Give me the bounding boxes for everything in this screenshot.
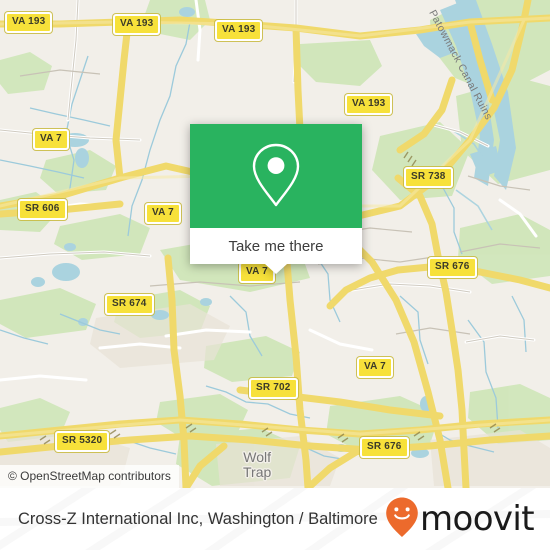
map-place-label-wolf-trap: Wolf Trap bbox=[243, 449, 272, 480]
map-attribution[interactable]: © OpenStreetMap contributors bbox=[0, 465, 179, 488]
road-shield[interactable]: SR 606 bbox=[18, 199, 67, 220]
road-shield[interactable]: VA 193 bbox=[113, 14, 161, 35]
footer-bar: Cross-Z International Inc, Washington / … bbox=[0, 488, 550, 550]
callout-tail-pointer bbox=[265, 264, 287, 274]
moovit-brand[interactable]: moovit bbox=[385, 496, 535, 543]
road-shield[interactable]: VA 193 bbox=[5, 12, 53, 33]
road-shield[interactable]: SR 738 bbox=[404, 167, 453, 188]
map-canvas[interactable]: Patowmack Canal Ruins Wolf Trap VA 193 V… bbox=[0, 0, 550, 488]
road-shield[interactable]: VA 7 bbox=[145, 203, 181, 224]
take-me-there-label: Take me there bbox=[228, 237, 324, 255]
road-shield[interactable]: VA 7 bbox=[33, 129, 69, 150]
moovit-smiley-pin-icon bbox=[385, 496, 419, 543]
moovit-map-screenshot: Patowmack Canal Ruins Wolf Trap VA 193 V… bbox=[0, 0, 550, 550]
moovit-wordmark: moovit bbox=[419, 499, 535, 539]
road-shield[interactable]: SR 676 bbox=[360, 437, 409, 458]
location-callout[interactable]: Take me there bbox=[190, 124, 362, 274]
page-title: Cross-Z International Inc, Washington / … bbox=[18, 510, 378, 528]
road-shield[interactable]: SR 674 bbox=[105, 294, 154, 315]
callout-image-panel bbox=[190, 124, 362, 228]
road-shield[interactable]: SR 702 bbox=[249, 378, 298, 399]
callout-action-panel[interactable]: Take me there bbox=[190, 228, 362, 274]
road-shield[interactable]: SR 676 bbox=[428, 257, 477, 278]
road-shield[interactable]: VA 193 bbox=[345, 94, 393, 115]
map-pin-icon bbox=[248, 141, 304, 211]
road-shield[interactable]: VA 193 bbox=[215, 20, 263, 41]
road-shield[interactable]: VA 7 bbox=[357, 357, 393, 378]
road-shield[interactable]: SR 5320 bbox=[55, 431, 110, 452]
